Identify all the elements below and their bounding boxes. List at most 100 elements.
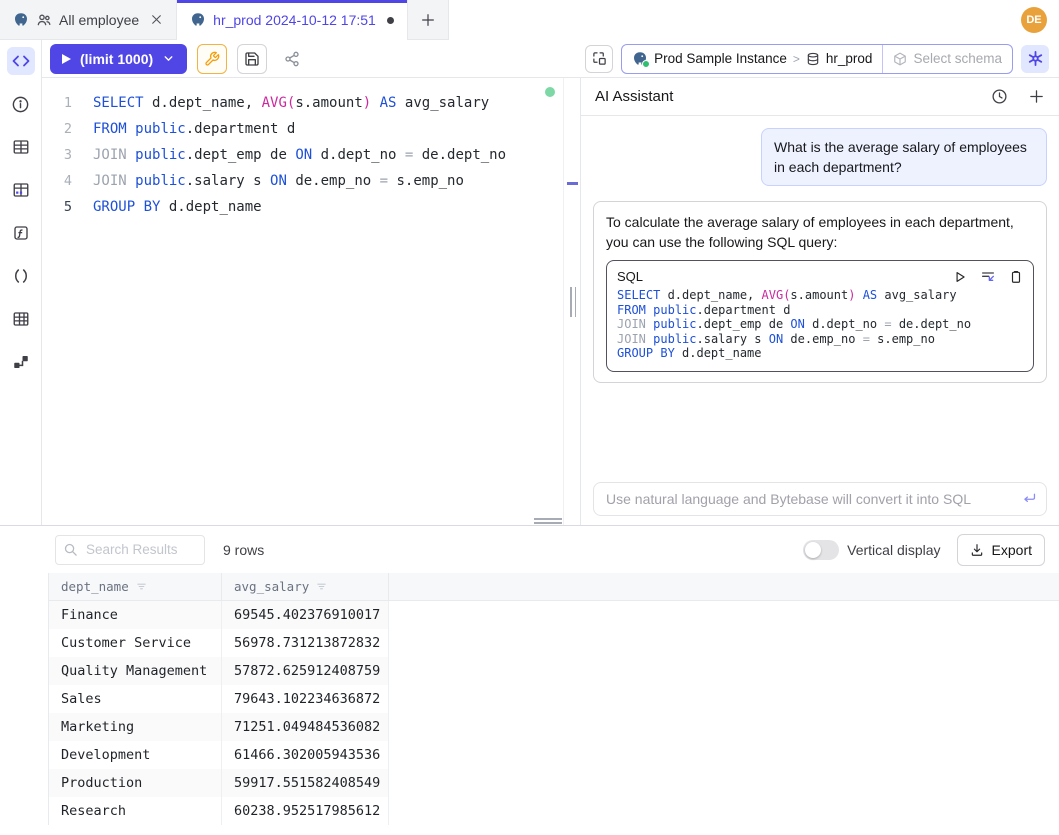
sql-editor[interactable]: 12345 SELECT d.dept_name, AVG(s.amount) … [42,78,563,525]
close-icon[interactable] [150,13,163,26]
table-cell[interactable]: 60238.952517985612 [222,797,389,825]
sql-editor-app: All employee hr_prod 2024-10-12 17:51 DE [0,0,1059,835]
new-tab-button[interactable] [408,0,449,39]
column-header-dept_name[interactable]: dept_name [49,573,222,600]
save-sheet-button[interactable] [237,44,267,74]
table-row[interactable]: Customer Service56978.731213872832 [49,629,1059,657]
table-cell[interactable]: Development [49,741,222,769]
schema-diagram-icon[interactable] [7,348,35,376]
code-line: JOIN public.dept_emp de ON d.dept_no = d… [93,142,553,168]
code-language-label: SQL [617,267,643,287]
export-button[interactable]: Export [957,534,1045,566]
tab-label: All employee [59,12,139,28]
schema-placeholder: Select schema [913,51,1002,66]
table-cell[interactable]: Quality Management [49,657,222,685]
postgres-icon [13,12,29,28]
parentheses-icon[interactable] [7,262,35,290]
table-row[interactable]: Production59917.551582408549 [49,769,1059,797]
code-block: SELECT d.dept_name, AVG(s.amount) AS avg… [617,288,1023,361]
copy-icon[interactable] [1009,270,1023,284]
info-icon[interactable] [7,90,35,118]
new-chat-plus-icon[interactable] [1028,88,1045,105]
run-query-button[interactable]: (limit 1000) [50,44,187,74]
line-number: 4 [42,168,78,194]
user-message-bubble: What is the average salary of employees … [761,128,1047,186]
return-key-icon[interactable] [1021,490,1038,507]
code-area[interactable]: SELECT d.dept_name, AVG(s.amount) AS avg… [93,90,553,220]
table-cell[interactable]: Production [49,769,222,797]
people-icon [36,12,52,28]
unsaved-dot-icon [387,17,394,24]
assistant-message-bubble: To calculate the average salary of emplo… [593,201,1047,383]
table-cell[interactable]: 69545.402376910017 [222,601,389,629]
history-clock-icon[interactable] [991,88,1008,105]
table-data-icon[interactable] [7,176,35,204]
line-number: 3 [42,142,78,168]
chevron-down-icon[interactable] [162,52,175,65]
column-header-avg_salary[interactable]: avg_salary [222,573,389,600]
tab-all-employee[interactable]: All employee [0,0,177,39]
table-grid-icon[interactable] [7,305,35,333]
results-panel: 9 rows Vertical display Export dept_name… [0,525,1059,835]
tab-bar: All employee hr_prod 2024-10-12 17:51 DE [0,0,1059,40]
run-code-icon[interactable] [953,270,967,284]
table-header-row: dept_nameavg_salary [49,573,1059,601]
table-cell[interactable]: 59917.551582408549 [222,769,389,797]
table-icon[interactable] [7,133,35,161]
share-icon [284,51,300,67]
line-number: 2 [42,116,78,142]
vertical-display-label: Vertical display [847,542,940,558]
table-cell[interactable]: 57872.625912408759 [222,657,389,685]
code-line: GROUP BY d.dept_name [93,194,553,220]
insert-into-editor-icon[interactable] [980,269,996,285]
instance-database-selector[interactable]: Prod Sample Instance > hr_prod [622,45,882,73]
table-row[interactable]: Development61466.302005943536 [49,741,1059,769]
database-icon [806,52,820,66]
table-cell[interactable]: Finance [49,601,222,629]
editor-toolbar: (limit 1000) Prod Sample Instance > hr_p… [42,40,1059,78]
export-label: Export [992,542,1032,558]
code-editor-icon[interactable] [7,47,35,75]
table-row[interactable]: Research60238.952517985612 [49,797,1059,825]
table-body: Finance69545.402376910017Customer Servic… [49,601,1059,825]
connection-status-dot [545,87,555,97]
vertical-resize-handle[interactable] [570,287,576,317]
openai-icon [1027,50,1044,67]
function-icon[interactable] [7,219,35,247]
instance-status-dot [642,60,650,68]
postgres-icon [190,12,206,28]
openai-assistant-button[interactable] [1021,45,1049,73]
table-row[interactable]: Marketing71251.049484536082 [49,713,1059,741]
table-cell[interactable]: Marketing [49,713,222,741]
tab-strip: All employee hr_prod 2024-10-12 17:51 [0,0,449,40]
admin-wrench-button[interactable] [197,44,227,74]
panel-layout-button[interactable] [585,45,613,73]
ai-prompt-input[interactable] [593,482,1047,516]
breadcrumb-separator: > [793,52,800,66]
vertical-display-toggle[interactable] [803,540,839,560]
table-row[interactable]: Quality Management57872.625912408759 [49,657,1059,685]
overview-ruler-mark [567,182,578,185]
tab-hr-prod[interactable]: hr_prod 2024-10-12 17:51 [177,0,408,40]
share-button[interactable] [277,44,307,74]
table-cell[interactable]: 61466.302005943536 [222,741,389,769]
table-cell[interactable]: Customer Service [49,629,222,657]
table-cell[interactable]: Sales [49,685,222,713]
table-row[interactable]: Finance69545.402376910017 [49,601,1059,629]
line-number: 5 [42,194,78,220]
table-cell[interactable]: 56978.731213872832 [222,629,389,657]
results-header: 9 rows Vertical display Export [0,526,1059,573]
code-line: GROUP BY d.dept_name [617,346,1023,361]
run-label: (limit 1000) [80,51,153,67]
table-cell[interactable]: Research [49,797,222,825]
tab-label: hr_prod 2024-10-12 17:51 [213,12,376,28]
table-cell[interactable]: 71251.049484536082 [222,713,389,741]
ai-panel-title: AI Assistant [595,88,673,105]
postgres-icon [632,51,648,67]
table-cell[interactable]: 79643.102234636872 [222,685,389,713]
table-row[interactable]: Sales79643.102234636872 [49,685,1059,713]
schema-selector[interactable]: Select schema [882,45,1012,73]
connection-pill: Prod Sample Instance > hr_prod Select sc… [621,44,1013,74]
horizontal-resize-handle[interactable] [534,518,562,524]
avatar[interactable]: DE [1021,7,1047,33]
